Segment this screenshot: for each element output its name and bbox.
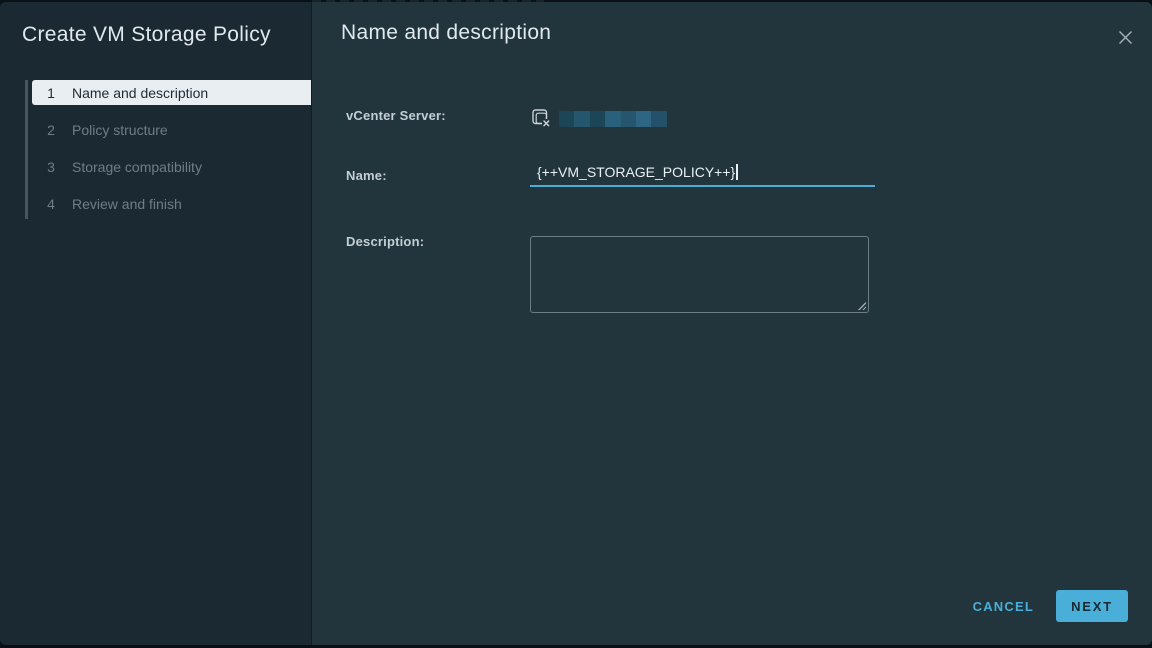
step-number: 1 — [46, 85, 56, 101]
textarea-resize-handle[interactable] — [857, 301, 866, 310]
redacted-vcenter-name — [559, 111, 667, 127]
description-textarea[interactable] — [530, 236, 869, 313]
cancel-button[interactable]: CANCEL — [971, 593, 1036, 620]
redaction-block — [590, 111, 605, 127]
text-caret — [736, 164, 738, 180]
next-button[interactable]: NEXT — [1056, 590, 1128, 622]
wizard-step-4[interactable]: 4 Review and finish — [32, 191, 311, 216]
redaction-block — [559, 111, 574, 127]
redaction-block — [651, 111, 666, 127]
vcenter-server-value — [531, 108, 667, 129]
wizard-step-2[interactable]: 2 Policy structure — [32, 117, 311, 142]
step-label: Storage compatibility — [72, 159, 202, 175]
step-number: 4 — [46, 196, 56, 212]
name-input-value: {++VM_STORAGE_POLICY++} — [537, 164, 735, 180]
wizard-step-1[interactable]: 1 Name and description — [32, 80, 311, 105]
wizard-sidebar: Create VM Storage Policy 1 Name and descr… — [0, 2, 312, 645]
wizard-step-3[interactable]: 3 Storage compatibility — [32, 154, 311, 179]
step-number: 3 — [46, 159, 56, 175]
vcenter-server-label: vCenter Server: — [346, 108, 446, 123]
redaction-block — [621, 111, 636, 127]
description-label: Description: — [346, 234, 424, 249]
wizard-title: Create VM Storage Policy — [22, 23, 271, 47]
step-label: Review and finish — [72, 196, 182, 212]
create-vm-storage-policy-dialog: Create VM Storage Policy 1 Name and descr… — [0, 2, 1152, 645]
step-label: Policy structure — [72, 122, 168, 138]
name-input[interactable]: {++VM_STORAGE_POLICY++} — [530, 162, 875, 187]
vcenter-server-icon — [531, 108, 552, 129]
step-number: 2 — [46, 122, 56, 138]
redaction-block — [605, 111, 620, 127]
name-label: Name: — [346, 168, 387, 183]
wizard-content-pane: Name and description vCenter Server: Nam… — [313, 2, 1152, 645]
step-rail — [25, 80, 28, 219]
screen: Create VM Storage Policy 1 Name and descr… — [0, 0, 1152, 648]
step-label: Name and description — [72, 85, 208, 101]
wizard-step-list: 1 Name and description 2 Policy structure 3S… — [32, 80, 311, 228]
page-title: Name and description — [341, 21, 551, 45]
wizard-footer-actions: CANCEL NEXT — [971, 590, 1128, 622]
x-close-icon — [1118, 30, 1133, 45]
redaction-block — [574, 111, 589, 127]
redaction-block — [636, 111, 651, 127]
close-button[interactable] — [1115, 27, 1135, 47]
